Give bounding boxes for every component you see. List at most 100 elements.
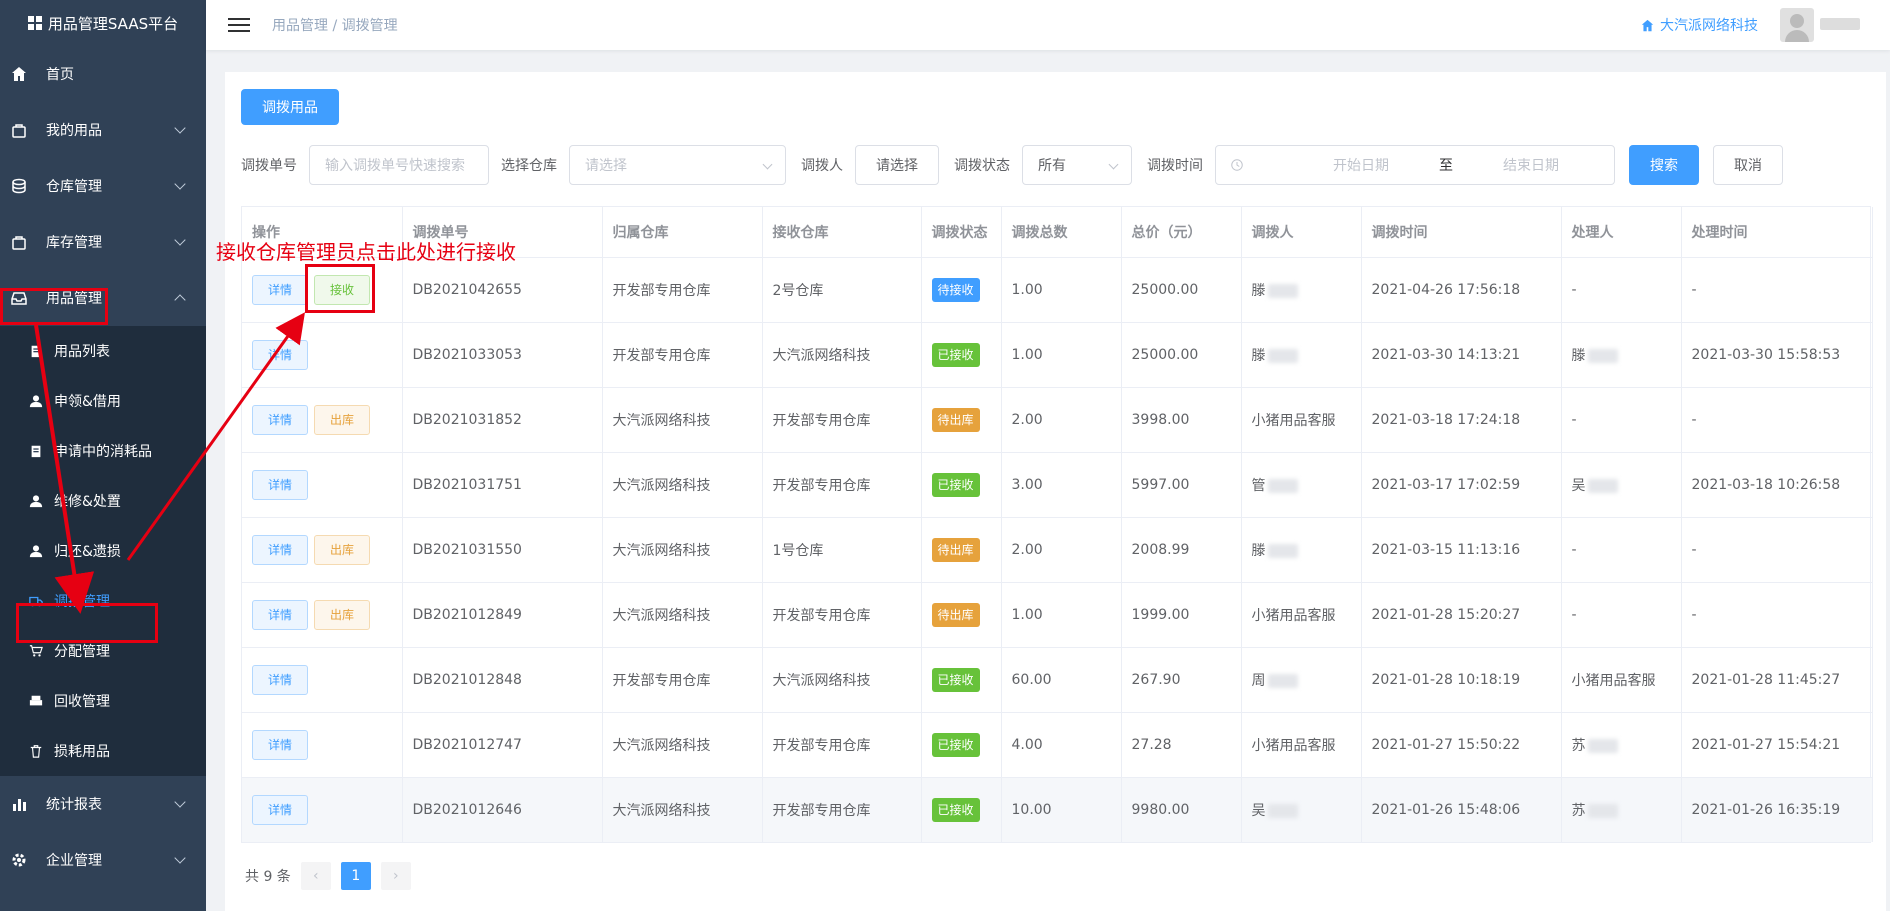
submenu-icon [28, 493, 44, 509]
person-label: 调拨人 [801, 158, 843, 174]
blurred-name [1587, 478, 1618, 493]
date-range-picker[interactable]: 开始日期 至 结束日期 [1215, 145, 1615, 185]
detail-button[interactable]: 详情 [252, 469, 308, 500]
detail-button[interactable]: 详情 [252, 729, 308, 760]
hamburger-icon[interactable] [228, 18, 250, 32]
bag-icon [12, 124, 26, 138]
submenu-icon [28, 343, 44, 359]
submenu-icon [28, 443, 44, 459]
cell-text: 2.00 [1011, 541, 1043, 558]
submenu-item[interactable]: 申领&借用 [0, 376, 206, 426]
table-row: 详情 接收 DB2021042655 开发部专用仓库 2号仓库 待接收 1.00 25000.… [242, 257, 1873, 323]
clipboard-icon [31, 345, 41, 358]
submenu-item-label: 回收管理 [54, 694, 110, 710]
user-icon [29, 545, 43, 558]
cell-text: 开发部专用仓库 [772, 412, 871, 429]
status-badge: 待接收 [931, 277, 980, 302]
submenu-item[interactable]: 用品列表 [0, 326, 206, 376]
person-select-button[interactable]: 请选择 [855, 145, 939, 185]
cell-text: DB2021031751 [412, 476, 522, 493]
stock-out-button[interactable]: 出库 [314, 599, 370, 630]
cell-text: DB2021031550 [412, 541, 522, 558]
sidebar: 用品管理SAAS平台 首页 我的用品 仓库管理 库存管理 用品管理 用品列表 申领&借用 申请… [0, 0, 206, 911]
detail-button[interactable]: 详情 [252, 534, 308, 565]
submenu-item[interactable]: 损耗用品 [0, 726, 206, 776]
trash-icon [30, 745, 42, 758]
clock-icon [1231, 159, 1243, 171]
cancel-button[interactable]: 取消 [1713, 145, 1783, 185]
name-cell: 吴 [1571, 477, 1586, 494]
cell-text: 2021-01-26 16:35:19 [1691, 801, 1841, 818]
column-header: 处理时间 [1681, 207, 1873, 258]
detail-button[interactable]: 详情 [252, 274, 308, 305]
detail-button[interactable]: 详情 [252, 794, 308, 825]
cell-text: 25000.00 [1131, 346, 1199, 363]
status-select[interactable]: 所有 [1022, 145, 1132, 185]
detail-button[interactable]: 详情 [252, 404, 308, 435]
sidebar-item[interactable]: 我的用品 [0, 102, 206, 158]
breadcrumb-parent[interactable]: 用品管理 [272, 18, 328, 34]
submenu-item[interactable]: 调拨管理 [0, 576, 206, 626]
column-header: 调拨状态 [921, 207, 1002, 258]
submenu-item[interactable]: 申请中的消耗品 [0, 426, 206, 476]
table-row: 详情 DB2021033053 开发部专用仓库 大汽派网络科技 已接收 1.00 25000… [242, 322, 1873, 388]
page-1-button[interactable]: 1 [340, 862, 371, 890]
sidebar-item[interactable]: 企业管理 [0, 832, 206, 888]
chevron-icon [174, 852, 186, 864]
status-badge: 已接收 [931, 342, 980, 367]
cell-text: 9980.00 [1131, 801, 1190, 818]
cell-text: 开发部专用仓库 [612, 347, 711, 364]
sidebar-item[interactable]: 库存管理 [0, 214, 206, 270]
cell-text: 2021-03-18 10:26:58 [1691, 476, 1841, 493]
submenu-item[interactable]: 回收管理 [0, 676, 206, 726]
blurred-name [1267, 478, 1298, 493]
user-icon [29, 495, 43, 508]
cell-text: 大汽派网络科技 [772, 672, 871, 689]
chevron-icon [174, 234, 186, 246]
blurred-name [1267, 543, 1298, 558]
cell-text: DB2021012848 [412, 671, 522, 688]
sidebar-item[interactable]: 统计报表 [0, 776, 206, 832]
cell-text: 2021-03-17 17:02:59 [1371, 476, 1521, 493]
detail-button[interactable]: 详情 [252, 599, 308, 630]
cell-text: - [1691, 606, 1697, 623]
inbox-icon [11, 292, 27, 305]
column-header: 总价（元） [1121, 207, 1242, 258]
cell-text: 开发部专用仓库 [612, 282, 711, 299]
receive-button[interactable]: 接收 [314, 274, 370, 305]
sidebar-item-label: 库存管理 [46, 235, 102, 251]
detail-button[interactable]: 详情 [252, 664, 308, 695]
submenu-item[interactable]: 维修&处置 [0, 476, 206, 526]
cell-text: 267.90 [1131, 671, 1181, 688]
sidebar-icon [10, 121, 28, 139]
stock-out-button[interactable]: 出库 [314, 404, 370, 435]
sidebar-item[interactable]: 用品管理 [0, 270, 206, 326]
search-button[interactable]: 搜索 [1629, 145, 1699, 185]
sidebar-item[interactable]: 仓库管理 [0, 158, 206, 214]
stock-out-button[interactable]: 出库 [314, 534, 370, 565]
start-date-input[interactable]: 开始日期 [1333, 155, 1389, 175]
cell-text: 开发部专用仓库 [772, 737, 871, 754]
company-link[interactable]: 大汽派网络科技 [1641, 15, 1758, 35]
submenu-item[interactable]: 归还&遗损 [0, 526, 206, 576]
avatar[interactable] [1780, 8, 1814, 42]
name-cell: 周 [1251, 672, 1266, 689]
sidebar-item[interactable]: 首页 [0, 46, 206, 102]
order-search-input[interactable]: 输入调拨单号快速搜索 [309, 145, 489, 185]
cart-icon [29, 645, 43, 657]
submenu-item-label: 用品列表 [54, 344, 110, 360]
name-cell: 滕 [1251, 542, 1266, 559]
next-page-button[interactable]: › [380, 862, 411, 890]
submenu-item[interactable]: 分配管理 [0, 626, 206, 676]
cell-text: 25000.00 [1131, 281, 1199, 298]
add-transfer-button[interactable]: 调拨用品 [241, 89, 339, 125]
cell-text: 1999.00 [1131, 606, 1190, 623]
detail-button[interactable]: 详情 [252, 339, 308, 370]
end-date-input[interactable]: 结束日期 [1503, 155, 1559, 175]
sidebar-icon [10, 65, 28, 83]
warehouse-select[interactable]: 请选择 [569, 145, 786, 185]
sidebar-item-label: 首页 [46, 67, 74, 83]
user-name-blurred[interactable] [1820, 18, 1860, 30]
prev-page-button[interactable]: ‹ [300, 862, 331, 890]
status-label: 调拨状态 [954, 158, 1010, 174]
